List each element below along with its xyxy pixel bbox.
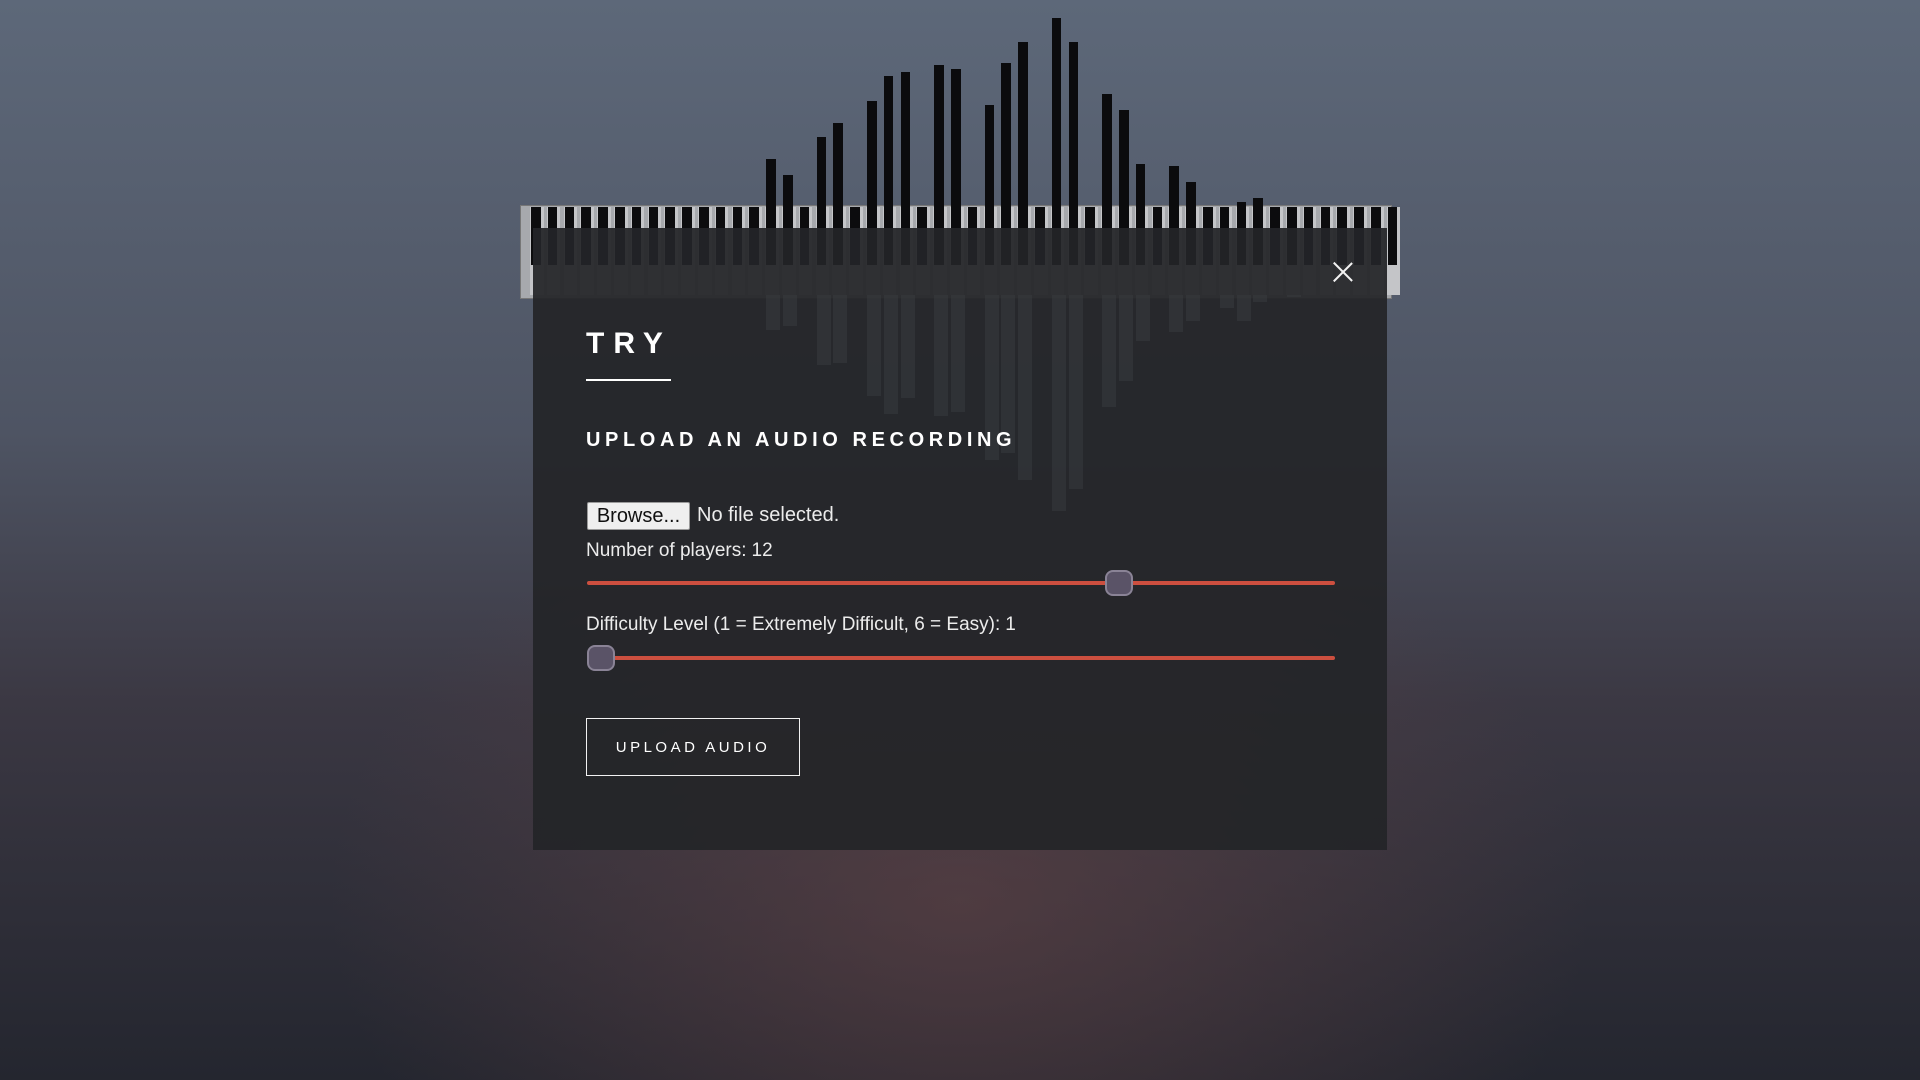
audio-bar-reflection bbox=[1186, 295, 1201, 322]
audio-bar-reflection bbox=[1219, 295, 1234, 309]
title-underline bbox=[586, 379, 671, 381]
difficulty-label: Difficulty Level (1 = Extremely Difficul… bbox=[586, 614, 1016, 636]
close-icon[interactable] bbox=[1332, 261, 1354, 283]
difficulty-slider-thumb[interactable] bbox=[587, 645, 615, 671]
upload-audio-button[interactable]: UPLOAD AUDIO bbox=[586, 718, 800, 776]
players-label-text: Number of players: bbox=[586, 540, 747, 561]
audio-bar-reflection bbox=[1135, 295, 1150, 342]
players-value: 12 bbox=[751, 540, 773, 561]
audio-bar-reflection bbox=[1018, 295, 1033, 480]
audio-bar-reflection bbox=[951, 295, 965, 412]
difficulty-label-text: Difficulty Level (1 = Extremely Difficul… bbox=[586, 614, 1001, 635]
audio-bar-reflection bbox=[1253, 295, 1268, 302]
audio-bar-reflection bbox=[816, 295, 831, 366]
players-slider[interactable] bbox=[587, 581, 1335, 585]
piano-black-key bbox=[1387, 207, 1398, 265]
audio-bar-reflection bbox=[883, 295, 898, 414]
audio-bar-reflection bbox=[1287, 295, 1301, 298]
modal-title: TRY bbox=[586, 327, 672, 360]
audio-bar-reflection bbox=[1068, 295, 1083, 489]
audio-bar-reflection bbox=[934, 295, 949, 416]
difficulty-value: 1 bbox=[1005, 614, 1016, 635]
modal-subtitle: UPLOAD AN AUDIO RECORDING bbox=[586, 429, 1017, 451]
audio-bar-reflection bbox=[1169, 295, 1184, 333]
file-status: No file selected. bbox=[697, 504, 840, 526]
browse-button[interactable]: Browse... bbox=[587, 502, 690, 530]
audio-bar-reflection bbox=[1051, 295, 1066, 511]
audio-bar-reflection bbox=[833, 295, 848, 364]
difficulty-slider[interactable] bbox=[587, 656, 1335, 660]
audio-bar-reflection bbox=[1119, 295, 1133, 381]
audio-bar-reflection bbox=[783, 295, 797, 326]
players-label: Number of players: 12 bbox=[586, 540, 773, 562]
audio-bar-reflection bbox=[900, 295, 915, 399]
audio-bar-reflection bbox=[867, 295, 881, 397]
audio-bar-reflection bbox=[766, 295, 781, 331]
players-slider-thumb[interactable] bbox=[1105, 570, 1134, 596]
audio-bar-reflection bbox=[1102, 295, 1117, 408]
audio-bar-reflection bbox=[1236, 295, 1251, 322]
